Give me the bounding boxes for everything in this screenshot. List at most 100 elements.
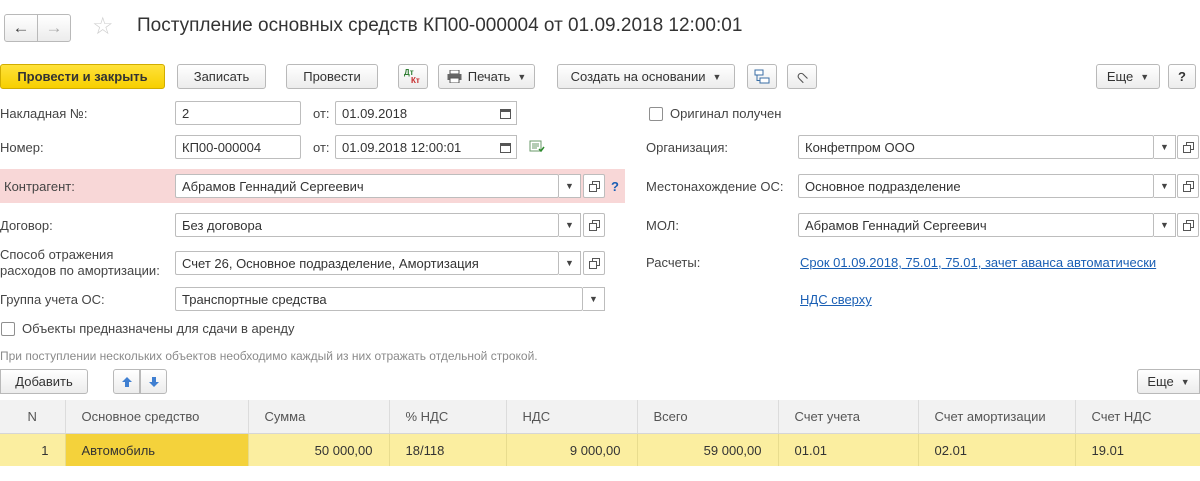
chevron-down-icon: ▼ [565, 258, 574, 268]
settlements-link[interactable]: Срок 01.09.2018, 75.01, 75.01, зачет ава… [800, 255, 1156, 270]
column-header[interactable]: % НДС [389, 400, 507, 434]
number-label: Номер: [0, 140, 44, 155]
column-header[interactable]: НДС [506, 400, 638, 434]
contract-dropdown-button[interactable]: ▼ [559, 213, 581, 237]
back-button[interactable]: ← [4, 14, 38, 42]
depreciation-label-line2: расходов по амортизации: [0, 263, 160, 278]
column-header[interactable]: Всего [637, 400, 779, 434]
rent-checkbox[interactable] [1, 322, 15, 336]
settlements-label: Расчеты: [646, 255, 701, 270]
counterparty-dropdown-button[interactable]: ▼ [559, 174, 581, 198]
number-date-field[interactable]: 01.09.2018 12:00:01 [335, 135, 497, 159]
table-header-row: N Основное средство Сумма % НДС НДС Всег… [0, 400, 1200, 434]
more-label: Еще [1106, 69, 1134, 84]
open-icon [1182, 141, 1194, 153]
table-more-label: Еще [1147, 374, 1174, 389]
organization-open-button[interactable] [1177, 135, 1199, 159]
arrow-up-icon [121, 376, 133, 388]
move-up-button[interactable] [113, 369, 140, 394]
depreciation-field[interactable]: Счет 26, Основное подразделение, Амортиз… [175, 251, 559, 275]
original-received-checkbox[interactable] [649, 107, 663, 121]
post-button[interactable]: Провести [286, 64, 378, 89]
contract-field[interactable]: Без договора [175, 213, 559, 237]
amount-cell[interactable]: 50 000,00 [248, 433, 390, 466]
counterparty-label: Контрагент: [4, 179, 75, 194]
total-cell[interactable]: 59 000,00 [637, 433, 779, 466]
save-button[interactable]: Записать [177, 64, 266, 89]
asset-group-field[interactable]: Транспортные средства [175, 287, 583, 311]
dt-kt-icon: Дт Кт [404, 67, 420, 85]
number-date-label: от: [313, 140, 330, 155]
asset-cell[interactable]: Автомобиль [65, 433, 249, 466]
depreciation-open-button[interactable] [583, 251, 605, 275]
hierarchy-icon [754, 69, 770, 85]
vat-rate-cell[interactable]: 18/118 [389, 433, 507, 466]
location-field[interactable]: Основное подразделение [798, 174, 1154, 198]
post-and-close-button[interactable]: Провести и закрыть [0, 64, 165, 89]
add-row-button[interactable]: Добавить [0, 369, 88, 394]
column-header[interactable]: Счет НДС [1075, 400, 1200, 434]
vat-account-cell[interactable]: 19.01 [1075, 433, 1200, 466]
document-history-icon[interactable] [529, 140, 545, 154]
table-more-button[interactable]: Еще ▼ [1137, 369, 1200, 394]
mol-open-button[interactable] [1177, 213, 1199, 237]
vat-link[interactable]: НДС сверху [800, 292, 872, 307]
mol-field[interactable]: Абрамов Геннадий Сергеевич [798, 213, 1154, 237]
location-open-button[interactable] [1177, 174, 1199, 198]
printer-icon [447, 70, 462, 83]
counterparty-open-button[interactable] [583, 174, 605, 198]
favorite-star-icon[interactable]: ☆ [92, 14, 114, 40]
chevron-down-icon: ▼ [1160, 142, 1169, 152]
organization-field[interactable]: Конфетпром ООО [798, 135, 1154, 159]
calendar-button[interactable] [495, 135, 517, 159]
arrow-left-icon: ← [12, 18, 30, 37]
chevron-down-icon: ▼ [1160, 181, 1169, 191]
arrow-down-icon [148, 376, 160, 388]
vat-cell[interactable]: 9 000,00 [506, 433, 638, 466]
open-icon [1182, 219, 1194, 231]
structure-button[interactable] [747, 64, 777, 89]
move-down-button[interactable] [140, 369, 167, 394]
original-received-label: Оригинал получен [670, 106, 782, 121]
mol-dropdown-button[interactable]: ▼ [1154, 213, 1176, 237]
open-icon [588, 180, 600, 192]
create-based-on-button[interactable]: Создать на основании ▼ [557, 64, 735, 89]
calendar-icon [500, 108, 511, 119]
forward-button[interactable]: → [37, 14, 71, 42]
column-header[interactable]: Счет амортизации [918, 400, 1076, 434]
help-button[interactable]: ? [1168, 64, 1196, 89]
number-field[interactable]: КП00-000004 [175, 135, 301, 159]
account-cell[interactable]: 01.01 [778, 433, 919, 466]
print-button[interactable]: Печать ▼ [438, 64, 535, 89]
column-header[interactable]: Основное средство [65, 400, 249, 434]
contract-open-button[interactable] [583, 213, 605, 237]
location-label: Местонахождение ОС: [646, 179, 784, 194]
column-header[interactable]: Сумма [248, 400, 390, 434]
create-based-label: Создать на основании [570, 69, 706, 84]
more-button[interactable]: Еще ▼ [1096, 64, 1160, 89]
location-dropdown-button[interactable]: ▼ [1154, 174, 1176, 198]
column-header[interactable]: N [0, 400, 66, 434]
depreciation-account-cell[interactable]: 02.01 [918, 433, 1076, 466]
invoice-number-field[interactable]: 2 [175, 101, 301, 125]
assets-table: N Основное средство Сумма % НДС НДС Всег… [0, 400, 1200, 466]
chevron-down-icon: ▼ [712, 71, 722, 82]
counterparty-help-icon[interactable]: ? [611, 179, 619, 194]
print-label: Печать [467, 69, 511, 84]
asset-group-label: Группа учета ОС: [0, 292, 105, 307]
rent-checkbox-label: Объекты предназначены для сдачи в аренду [22, 321, 295, 336]
dt-kt-button[interactable]: Дт Кт [398, 64, 428, 89]
table-row[interactable]: 1 Автомобиль 50 000,00 18/118 9 000,00 5… [0, 433, 1200, 466]
open-icon [588, 257, 600, 269]
chevron-down-icon: ▼ [565, 220, 574, 230]
asset-group-dropdown-button[interactable]: ▼ [583, 287, 605, 311]
organization-dropdown-button[interactable]: ▼ [1154, 135, 1176, 159]
depreciation-dropdown-button[interactable]: ▼ [559, 251, 581, 275]
column-header[interactable]: Счет учета [778, 400, 919, 434]
row-number-cell[interactable]: 1 [0, 433, 66, 466]
counterparty-field[interactable]: Абрамов Геннадий Сергеевич [175, 174, 559, 198]
attach-button[interactable]: ⊂ [787, 64, 817, 89]
page-title: Поступление основных средств КП00-000004… [137, 15, 743, 36]
calendar-button[interactable] [495, 101, 517, 125]
invoice-date-field[interactable]: 01.09.2018 [335, 101, 497, 125]
